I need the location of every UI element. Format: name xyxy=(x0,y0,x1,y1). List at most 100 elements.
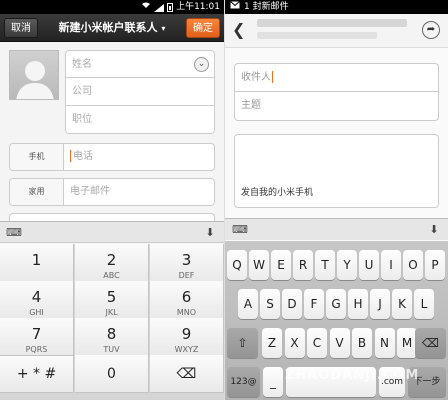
key-underscore[interactable]: _ xyxy=(263,367,283,397)
key-5[interactable]: 5 JKL xyxy=(75,281,149,319)
keyboard-toolbar: ⌨ ⬇ xyxy=(0,221,224,243)
shift-icon: ⇧ xyxy=(237,336,248,350)
key-letters: MNO xyxy=(176,308,197,317)
cancel-button[interactable]: 取消 xyxy=(4,18,38,38)
key-digit: 8 xyxy=(106,325,117,343)
key-digit: 2 xyxy=(106,251,117,269)
phone-field[interactable]: 电话 xyxy=(70,144,93,170)
key-w[interactable]: W xyxy=(249,250,269,280)
key-e[interactable]: E xyxy=(271,250,291,280)
key-f[interactable]: F xyxy=(304,289,324,319)
phone-placeholder: 电话 xyxy=(73,151,93,162)
key-o[interactable]: O xyxy=(403,250,423,280)
mail-signature: 发自我的小米手机 xyxy=(241,188,314,198)
notification-text: 1 封新邮件 xyxy=(244,2,289,12)
confirm-button[interactable]: 确定 xyxy=(186,18,220,38)
key-digit: 0 xyxy=(107,366,116,382)
phone-type-selector[interactable]: 手机 xyxy=(10,144,64,170)
signal-icon xyxy=(154,3,165,12)
back-icon[interactable]: ❮ xyxy=(232,22,245,38)
key-2[interactable]: 2 ABC xyxy=(75,244,149,282)
key-7[interactable]: 7 PQRS xyxy=(0,318,74,356)
key-digit: 5 xyxy=(106,288,117,306)
key-h[interactable]: H xyxy=(348,289,368,319)
person-silhouette-icon xyxy=(16,61,54,99)
key-1[interactable]: 1 xyxy=(0,244,74,282)
key-letters: PQRS xyxy=(25,345,48,354)
key-8[interactable]: 8 TUV xyxy=(75,318,149,356)
backspace-icon: ⌫ xyxy=(176,366,197,382)
job-title-field[interactable]: 职位 xyxy=(65,106,215,134)
page-title-label: 新建小米帐户联系人 xyxy=(58,21,158,34)
key-z[interactable]: Z xyxy=(262,328,282,358)
key-p[interactable]: P xyxy=(425,250,445,280)
name-field[interactable]: 姓名 ⌄ xyxy=(65,50,215,78)
key-a[interactable]: A xyxy=(238,289,258,319)
email-placeholder: 电子邮件 xyxy=(70,186,110,197)
text-cursor xyxy=(70,150,71,162)
battery-icon xyxy=(167,2,174,12)
email-field[interactable]: 电子邮件 xyxy=(70,179,110,205)
key-letters: ABC xyxy=(103,271,120,280)
key-9[interactable]: 9 WXYZ xyxy=(150,318,224,356)
key-v[interactable]: V xyxy=(329,328,350,358)
key-b[interactable]: B xyxy=(352,328,372,358)
keyboard-switch-icon[interactable]: ⌨ xyxy=(6,226,22,239)
expand-name-icon[interactable]: ⌄ xyxy=(194,57,209,72)
qwerty-keyboard: Q W E R T Y U I O P A S D F G H J K L ⇧ Z X C V B N M ⌫ 123@ _ .com 下一步… xyxy=(225,241,448,400)
mail-body-field[interactable]: 发自我的小米手机 xyxy=(234,134,439,208)
hide-keyboard-icon[interactable]: ⬇ xyxy=(426,223,442,236)
job-title-placeholder: 职位 xyxy=(72,114,92,125)
company-placeholder: 公司 xyxy=(72,86,92,97)
key-digit: 1 xyxy=(31,251,42,269)
page-title[interactable]: 新建小米帐户联系人 ▾ xyxy=(40,14,184,43)
sender-name-redacted xyxy=(257,19,407,27)
key-y[interactable]: Y xyxy=(337,250,357,280)
backspace-icon: ⌫ xyxy=(422,336,439,350)
key-x[interactable]: X xyxy=(284,328,305,358)
key-digit: 3 xyxy=(181,251,192,269)
key-r[interactable]: R xyxy=(293,250,313,280)
send-icon[interactable]: ➦ xyxy=(422,21,440,39)
phone-row: 手机 电话 xyxy=(9,143,215,171)
key-l[interactable]: L xyxy=(414,289,434,319)
hide-keyboard-icon[interactable]: ⬇ xyxy=(202,226,218,239)
key-k[interactable]: K xyxy=(392,289,412,319)
keyboard-switch-icon[interactable]: ⌨ xyxy=(232,223,248,236)
key-letters: WXYZ xyxy=(174,345,199,354)
key-mode-switch[interactable]: 123@ xyxy=(227,367,260,397)
key-s[interactable]: S xyxy=(260,289,280,319)
key-u[interactable]: U xyxy=(359,250,379,280)
key-6[interactable]: 6 MNO xyxy=(150,281,224,319)
key-4[interactable]: 4 GHI xyxy=(0,281,74,319)
key-digit: 6 xyxy=(181,288,192,306)
key-symbols[interactable]: + * # xyxy=(0,355,74,393)
company-field[interactable]: 公司 xyxy=(65,78,215,106)
subject-field[interactable]: 主题 xyxy=(234,92,439,121)
key-letters: DEF xyxy=(178,271,195,280)
status-bar: 1 封新邮件 xyxy=(225,0,448,14)
key-letters: TUV xyxy=(103,345,120,354)
key-j[interactable]: J xyxy=(370,289,390,319)
key-backspace[interactable]: ⌫ xyxy=(415,328,446,358)
key-d[interactable]: D xyxy=(282,289,302,319)
recipient-field[interactable]: 收件人 xyxy=(234,63,439,92)
next-row-partial xyxy=(9,213,215,221)
email-type-selector[interactable]: 家用 xyxy=(10,179,64,205)
key-backspace[interactable]: ⌫ xyxy=(150,355,224,393)
contact-photo[interactable] xyxy=(9,50,59,100)
key-0[interactable]: 0 xyxy=(75,355,149,393)
email-row: 家用 电子邮件 xyxy=(9,178,215,206)
key-shift[interactable]: ⇧ xyxy=(227,328,258,358)
key-c[interactable]: C xyxy=(307,328,327,358)
name-placeholder: 姓名 xyxy=(72,59,92,70)
key-digit: 9 xyxy=(181,325,192,343)
key-n[interactable]: N xyxy=(374,328,395,358)
key-q[interactable]: Q xyxy=(227,250,247,280)
key-3[interactable]: 3 DEF xyxy=(150,244,224,282)
symbols-label: + * # xyxy=(16,366,57,382)
key-t[interactable]: T xyxy=(315,250,335,280)
key-m[interactable]: M xyxy=(397,328,417,358)
key-i[interactable]: I xyxy=(381,250,401,280)
key-g[interactable]: G xyxy=(326,289,346,319)
